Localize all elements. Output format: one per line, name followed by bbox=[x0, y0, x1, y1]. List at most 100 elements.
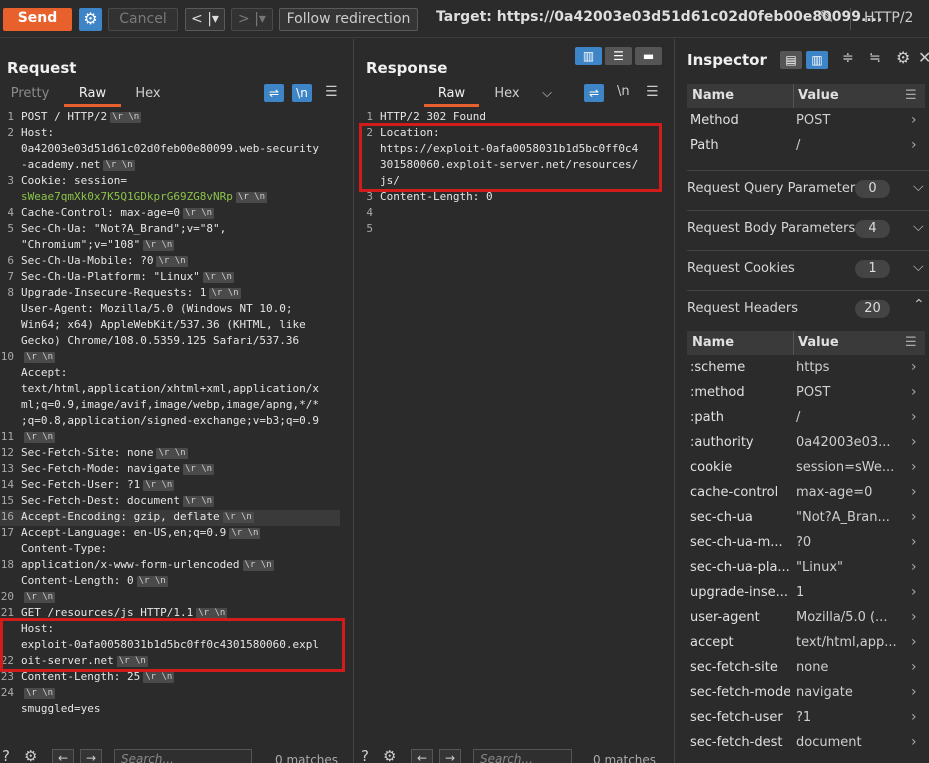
next-match-button[interactable]: → bbox=[80, 749, 102, 763]
line-number: 17 bbox=[0, 526, 14, 539]
column-divider[interactable] bbox=[793, 84, 794, 108]
header-row[interactable]: sec-ch-ua "Not?A_Bran... › bbox=[687, 507, 925, 532]
cancel-button[interactable]: Cancel bbox=[108, 8, 178, 31]
header-row[interactable]: sec-fetch-dest document › bbox=[687, 732, 925, 757]
chevron-down-icon[interactable]: ⌵ bbox=[913, 219, 924, 235]
value-column-header[interactable]: Value bbox=[798, 88, 839, 103]
chevron-right-icon[interactable]: › bbox=[911, 659, 917, 675]
menu-icon[interactable]: ☰ bbox=[325, 84, 338, 100]
chevron-right-icon[interactable]: › bbox=[911, 734, 917, 750]
header-row[interactable]: accept text/html,app... › bbox=[687, 632, 925, 657]
chevron-right-icon[interactable]: › bbox=[911, 634, 917, 650]
section-cookies[interactable]: Request Cookies 1 ⌵ bbox=[687, 250, 929, 290]
attribute-row-path[interactable]: Path / › bbox=[687, 135, 925, 160]
inspector-layout-list-icon[interactable]: ▤ bbox=[780, 51, 802, 69]
menu-icon[interactable]: ☰ bbox=[646, 84, 659, 100]
close-icon[interactable]: ✕ bbox=[918, 48, 929, 67]
chevron-right-icon[interactable]: › bbox=[911, 559, 917, 575]
section-query-parameters[interactable]: Request Query Parameters 0 ⌵ bbox=[687, 170, 929, 210]
header-row[interactable]: cookie session=sWe... › bbox=[687, 457, 925, 482]
help-icon[interactable]: ? bbox=[2, 747, 10, 763]
send-button[interactable]: Send bbox=[3, 8, 72, 31]
name-column-header[interactable]: Name bbox=[692, 335, 734, 350]
header-row[interactable]: :method POST › bbox=[687, 382, 925, 407]
previous-match-button[interactable]: ← bbox=[411, 749, 433, 763]
next-match-button[interactable]: → bbox=[439, 749, 461, 763]
edit-pencil-icon[interactable]: ✎ bbox=[819, 7, 834, 28]
help-icon[interactable]: ? bbox=[361, 747, 369, 763]
attribute-row-method[interactable]: Method POST › bbox=[687, 110, 925, 135]
show-newlines-button[interactable]: \n bbox=[617, 84, 630, 99]
header-row[interactable]: upgrade-inse... 1 › bbox=[687, 582, 925, 607]
forward-history-button[interactable]: > |▾ bbox=[231, 8, 273, 31]
column-menu-icon[interactable]: ☰ bbox=[905, 88, 917, 103]
follow-redirection-button[interactable]: Follow redirection bbox=[279, 8, 418, 31]
chevron-right-icon[interactable]: › bbox=[911, 137, 917, 153]
layout-tabs-icon[interactable]: ▬ bbox=[635, 47, 662, 65]
header-row[interactable]: :scheme https › bbox=[687, 357, 925, 382]
chevron-down-icon[interactable]: ⌵ bbox=[537, 85, 557, 107]
section-title: Request Query Parameters bbox=[687, 181, 862, 196]
tab-pretty[interactable]: Pretty bbox=[6, 85, 54, 107]
line-number: 5 bbox=[7, 222, 14, 235]
wrap-lines-icon[interactable]: ⇌ bbox=[264, 84, 284, 102]
tab-raw[interactable]: Raw bbox=[64, 85, 121, 107]
column-menu-icon[interactable]: ☰ bbox=[905, 335, 917, 350]
chevron-right-icon[interactable]: › bbox=[911, 384, 917, 400]
back-history-button[interactable]: < |▾ bbox=[185, 8, 225, 31]
header-row[interactable]: :path / › bbox=[687, 407, 925, 432]
collapse-all-icon[interactable]: ≒ bbox=[869, 50, 881, 66]
inspector-layout-split-icon[interactable]: ▥ bbox=[806, 51, 828, 69]
header-value: "Linux" bbox=[796, 560, 843, 575]
chevron-right-icon[interactable]: › bbox=[911, 709, 917, 725]
header-row[interactable]: sec-ch-ua-pla... "Linux" › bbox=[687, 557, 925, 582]
chevron-down-icon[interactable]: ⌵ bbox=[913, 179, 924, 195]
chevron-right-icon[interactable]: › bbox=[911, 609, 917, 625]
chevron-right-icon[interactable]: › bbox=[911, 409, 917, 425]
section-headers[interactable]: Request Headers 20 ⌃ bbox=[687, 290, 929, 330]
header-row[interactable]: sec-fetch-site none › bbox=[687, 657, 925, 682]
chevron-right-icon[interactable]: › bbox=[911, 484, 917, 500]
line-number: 12 bbox=[0, 446, 14, 459]
header-row[interactable]: sec-fetch-user ?1 › bbox=[687, 707, 925, 732]
header-row[interactable]: sec-fetch-mode navigate › bbox=[687, 682, 925, 707]
target-url[interactable]: Target: https://0a42003e03d51d61c02d0feb… bbox=[436, 9, 882, 25]
code-text: Host: bbox=[21, 126, 55, 139]
chevron-right-icon[interactable]: › bbox=[911, 459, 917, 475]
chevron-right-icon[interactable]: › bbox=[911, 509, 917, 525]
header-row[interactable]: :authority 0a42003e03... › bbox=[687, 432, 925, 457]
tab-hex[interactable]: Hex bbox=[487, 85, 527, 107]
request-search-input[interactable]: Search... bbox=[114, 749, 252, 763]
chevron-right-icon[interactable]: › bbox=[911, 684, 917, 700]
tab-raw[interactable]: Raw bbox=[424, 85, 479, 107]
layout-side-by-side-icon[interactable]: ▥ bbox=[575, 47, 602, 65]
column-divider[interactable] bbox=[793, 331, 794, 355]
chevron-down-icon[interactable]: ⌵ bbox=[913, 259, 924, 275]
chevron-up-icon[interactable]: ⌃ bbox=[913, 297, 925, 313]
protocol-label[interactable]: HTTP/2 bbox=[864, 10, 913, 26]
settings-gear-icon[interactable]: ⚙ bbox=[383, 747, 396, 763]
tab-hex[interactable]: Hex bbox=[128, 85, 168, 107]
chevron-right-icon[interactable]: › bbox=[911, 359, 917, 375]
layout-stacked-icon[interactable]: ☰ bbox=[605, 47, 632, 65]
chevron-right-icon[interactable]: › bbox=[911, 434, 917, 450]
attribute-value: POST bbox=[796, 113, 831, 128]
gear-icon[interactable]: ⚙ bbox=[79, 8, 102, 31]
expand-all-icon[interactable]: ≑ bbox=[842, 50, 854, 66]
show-newlines-button[interactable]: \n bbox=[292, 84, 312, 102]
header-row[interactable]: user-agent Mozilla/5.0 (... › bbox=[687, 607, 925, 632]
header-row[interactable]: sec-ch-ua-m... ?0 › bbox=[687, 532, 925, 557]
value-column-header[interactable]: Value bbox=[798, 335, 839, 350]
wrap-lines-icon[interactable]: ⇌ bbox=[584, 84, 604, 102]
name-column-header[interactable]: Name bbox=[692, 88, 734, 103]
inspector-settings-gear-icon[interactable]: ⚙ bbox=[896, 48, 910, 67]
count-badge: 0 bbox=[855, 180, 890, 198]
chevron-right-icon[interactable]: › bbox=[911, 112, 917, 128]
section-body-parameters[interactable]: Request Body Parameters 4 ⌵ bbox=[687, 210, 929, 250]
settings-gear-icon[interactable]: ⚙ bbox=[24, 747, 37, 763]
header-row[interactable]: cache-control max-age=0 › bbox=[687, 482, 925, 507]
response-search-input[interactable]: Search... bbox=[473, 749, 572, 763]
chevron-right-icon[interactable]: › bbox=[911, 534, 917, 550]
chevron-right-icon[interactable]: › bbox=[911, 584, 917, 600]
previous-match-button[interactable]: ← bbox=[52, 749, 74, 763]
